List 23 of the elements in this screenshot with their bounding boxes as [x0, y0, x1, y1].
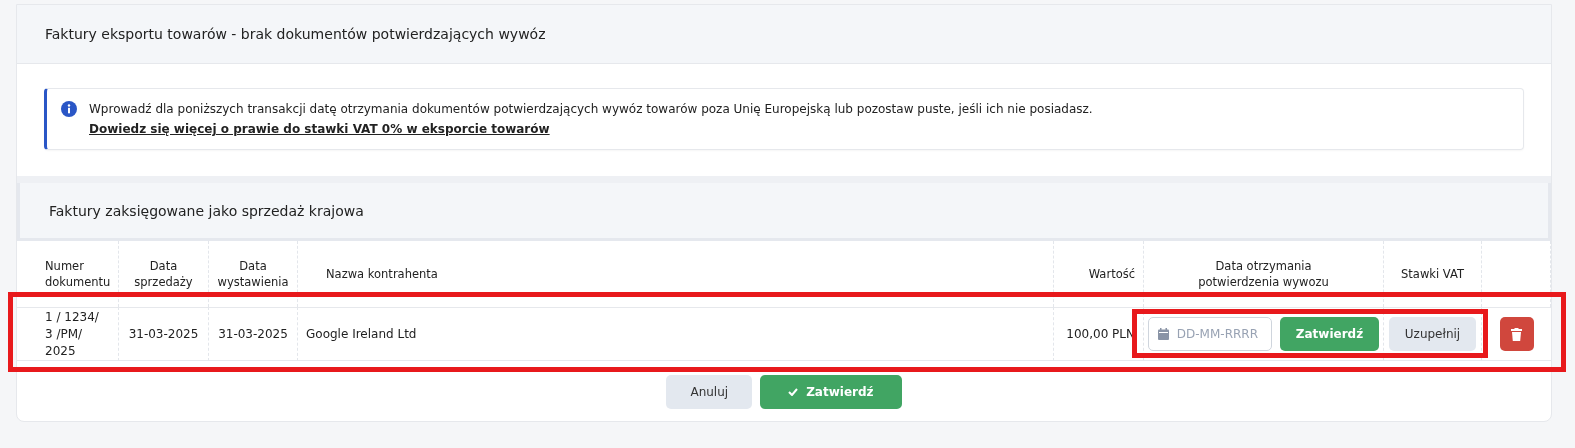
info-icon	[61, 101, 77, 117]
delete-button[interactable]	[1499, 317, 1534, 351]
table-cell-text: 1 / 1234/ 3 /PM/ 2025	[45, 308, 100, 360]
table-cell: 31-03-2025	[218, 325, 288, 343]
fill-button[interactable]: Uzupełnij	[1388, 317, 1477, 351]
column-header: Data sprzedaży	[119, 241, 209, 307]
check-icon	[788, 388, 799, 396]
column-header: Data wystawienia	[209, 241, 298, 307]
table-cell: 31-03-2025	[128, 325, 199, 343]
column-header: Stawki VAT	[1384, 241, 1482, 307]
table-cell: Google Ireland Ltd	[306, 325, 417, 343]
column-header: Data otrzymania potwierdzenia wywozu	[1144, 241, 1384, 307]
learn-more-link[interactable]: Dowiedz się więcej o prawie do stawki VAT 0% w eksporcie towarów	[89, 122, 550, 136]
column-header: Nazwa kontrahenta	[298, 241, 1054, 307]
alert-message: Wprowadź dla poniższych transakcji datę otrzymania dokumentów potwierdzających wywóz towarów poza Unię Europejską lub pozostaw puste, jeśli ich nie posiadasz.	[89, 101, 1093, 117]
calendar-icon	[1157, 328, 1169, 340]
section-title: Faktury eksportu towarów - brak dokumentów potwierdzających wywóz	[17, 5, 1551, 64]
trash-icon	[1511, 327, 1522, 341]
subsection-title: Faktury zaksięgowane jako sprzedaż krajowa	[17, 183, 1551, 241]
column-header: Wartość	[1054, 241, 1144, 307]
cancel-button[interactable]: Anuluj	[666, 375, 753, 409]
column-header: Numer dokumentu	[17, 241, 119, 307]
date-field[interactable]: DD-MM-RRRR	[1147, 317, 1272, 351]
